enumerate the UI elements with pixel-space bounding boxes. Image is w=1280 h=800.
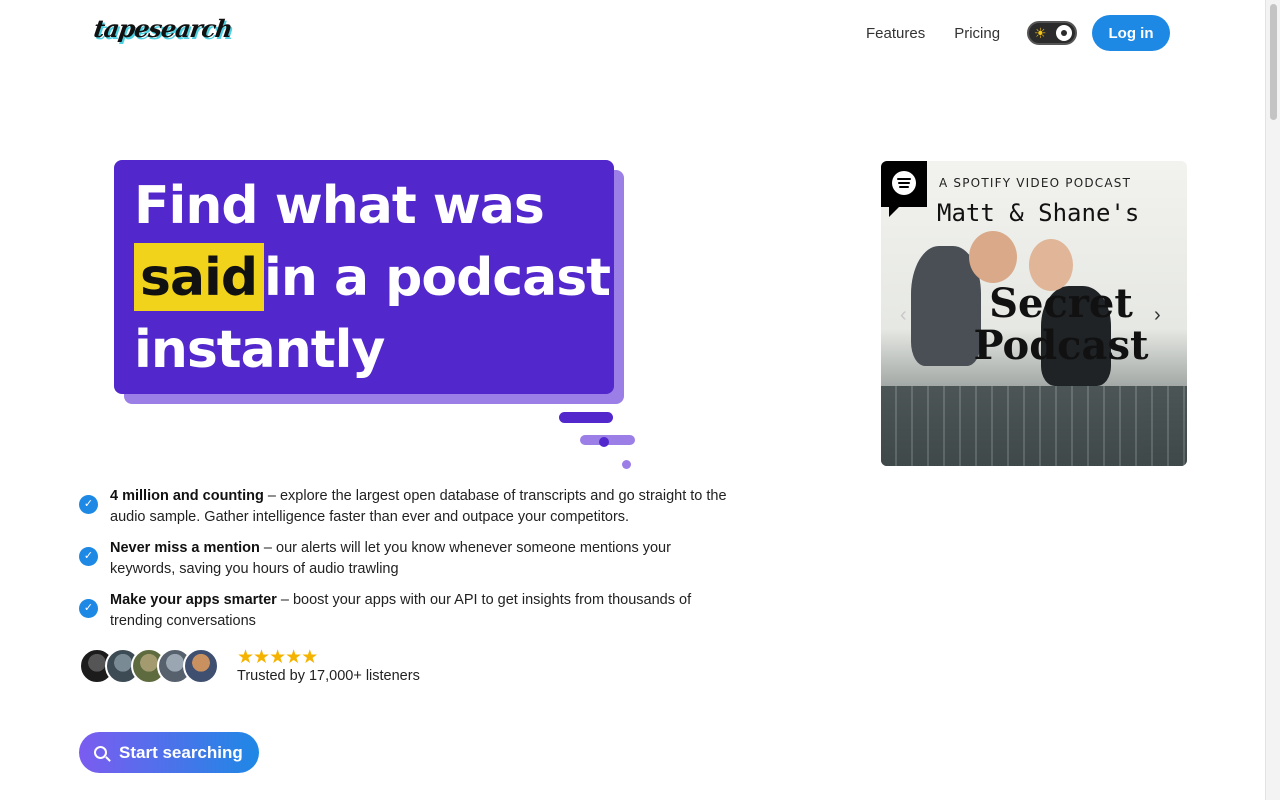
scrollbar-thumb[interactable] (1270, 4, 1277, 120)
rating-stars: ★★★★★ (237, 646, 318, 669)
bubble-tail-dot (599, 437, 609, 447)
login-button[interactable]: Log in (1092, 15, 1170, 51)
nav-pricing[interactable]: Pricing (954, 25, 1000, 42)
tapesearch-logo[interactable]: tapesearch (92, 14, 234, 43)
start-searching-label: Start searching (119, 742, 243, 762)
feature-title: Never miss a mention (110, 540, 260, 556)
feature-item: ✓ Never miss a mention – our alerts will… (79, 538, 729, 579)
listener-avatars (79, 648, 221, 684)
podcast-host-figure (969, 231, 1017, 283)
theme-toggle[interactable]: ☀ (1027, 21, 1077, 45)
star-icon: ★ (269, 647, 286, 668)
main-nav: Features Pricing (866, 15, 1029, 51)
spotify-icon (892, 171, 916, 195)
feature-item: ✓ Make your apps smarter – boost your ap… (79, 590, 729, 631)
headline-highlight-word: said (140, 248, 258, 308)
podcast-card[interactable]: A SPOTIFY VIDEO PODCAST Matt & Shane's S… (881, 161, 1187, 466)
podcast-title-line-1: Secret (989, 280, 1133, 327)
nav-features[interactable]: Features (866, 25, 925, 42)
headline-line-1: Find what was (134, 176, 545, 236)
podcast-show-name: Matt & Shane's (937, 199, 1140, 227)
sun-icon: ☀ (1034, 25, 1047, 41)
check-icon: ✓ (79, 599, 98, 618)
headline-line-3: instantly (134, 320, 385, 380)
headline-line-2: in a podcast (264, 248, 611, 308)
chevron-right-icon[interactable]: › (1154, 304, 1161, 327)
star-icon: ★ (237, 647, 254, 668)
feature-title: 4 million and counting (110, 488, 264, 504)
podcast-title: Secret Podcast (941, 283, 1181, 367)
toggle-knob (1056, 25, 1072, 41)
page-scrollbar[interactable] (1265, 0, 1280, 800)
chevron-left-icon[interactable]: ‹ (900, 304, 907, 327)
podcast-title-line-2: Podcast (973, 322, 1149, 369)
feature-item: ✓ 4 million and counting – explore the l… (79, 486, 729, 527)
star-icon: ★ (301, 647, 318, 668)
trusted-by-text: Trusted by 17,000+ listeners (237, 668, 420, 684)
bubble-tail-dot (622, 460, 631, 469)
avatar (183, 648, 219, 684)
star-icon: ★ (285, 647, 302, 668)
feature-list: ✓ 4 million and counting – explore the l… (79, 486, 729, 642)
start-searching-button[interactable]: Start searching (79, 732, 259, 773)
spotify-badge (881, 161, 927, 217)
check-icon: ✓ (79, 495, 98, 514)
star-icon: ★ (253, 647, 270, 668)
check-icon: ✓ (79, 547, 98, 566)
card-floor (881, 386, 1187, 466)
feature-title: Make your apps smarter (110, 592, 277, 608)
podcast-subtitle: A SPOTIFY VIDEO PODCAST (939, 176, 1132, 190)
bubble-tail-dash (559, 412, 613, 423)
search-icon (94, 746, 107, 759)
